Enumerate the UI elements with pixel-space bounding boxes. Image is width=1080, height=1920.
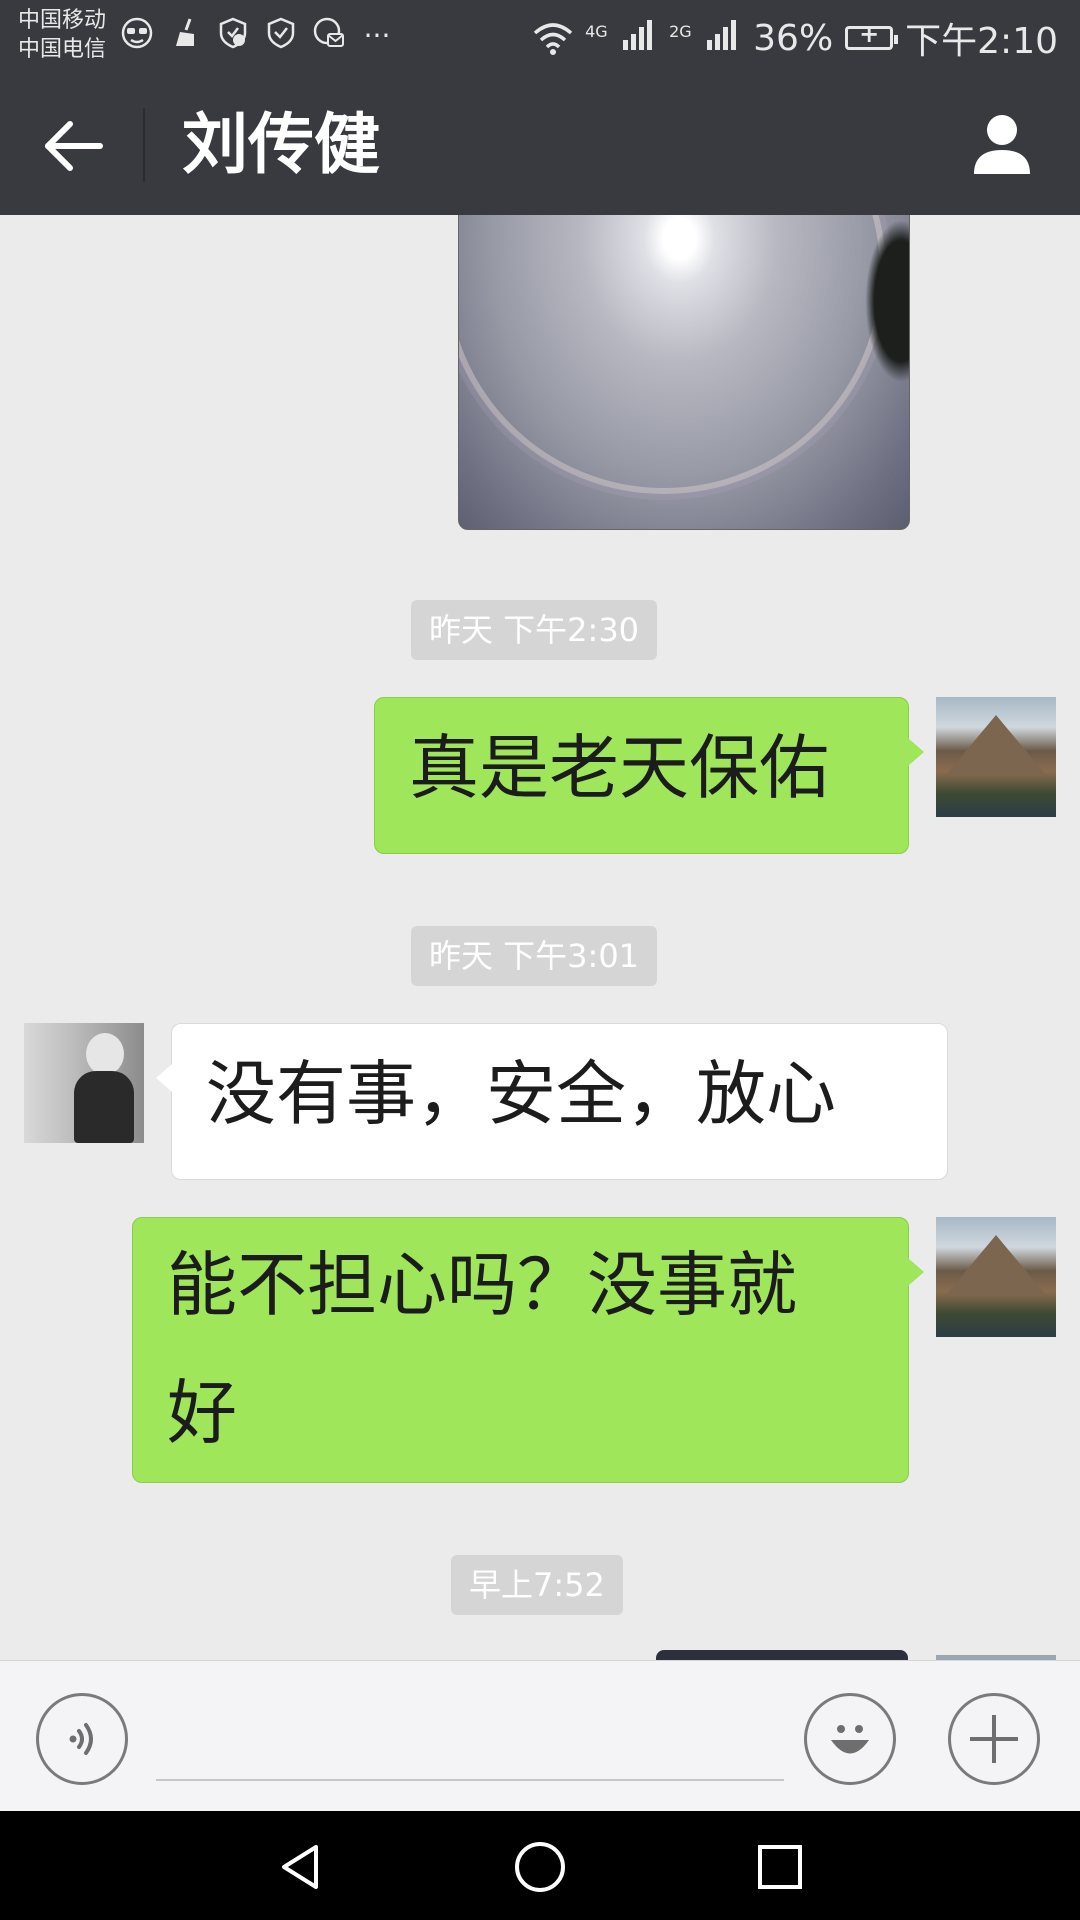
network-type-1: 4G xyxy=(585,21,608,41)
my-message-bubble[interactable]: 能不担心吗？没事就 好 xyxy=(132,1217,924,1483)
timestamp: 昨天 下午2:30 xyxy=(411,600,658,660)
emoji-icon xyxy=(831,1725,869,1754)
sun-halo xyxy=(459,215,880,488)
nav-recents-button[interactable] xyxy=(750,1837,810,1897)
contact-avatar[interactable] xyxy=(24,1023,144,1143)
chat-title: 刘传健 xyxy=(182,106,380,183)
my-avatar[interactable] xyxy=(936,697,1056,817)
image-message[interactable] xyxy=(458,215,910,530)
voice-icon xyxy=(69,1723,93,1755)
recents-square-icon xyxy=(758,1845,802,1889)
emoji-button[interactable] xyxy=(804,1693,896,1785)
signal-1: 4G xyxy=(585,18,657,59)
signal-bars-icon xyxy=(707,19,737,50)
message-text-line: 好 xyxy=(167,1372,237,1454)
timestamp: 早上7:52 xyxy=(451,1555,623,1615)
back-triangle-icon xyxy=(282,1845,318,1889)
carrier-2: 中国电信 xyxy=(18,37,107,62)
contact-info-button[interactable] xyxy=(966,108,1038,180)
home-circle-icon xyxy=(515,1842,565,1892)
carrier-labels: 中国移动 中国电信 xyxy=(18,6,106,64)
message-input[interactable] xyxy=(156,1701,784,1781)
status-bar: 中国移动 中国电信 ··· 4G 2G 36% + 下午2:10 xyxy=(0,0,1080,74)
more-notifications-indicator: ··· xyxy=(363,19,391,52)
wifi-icon xyxy=(533,23,573,55)
network-type-2: 2G xyxy=(669,21,692,41)
message-text-line: 能不担心吗？没事就 xyxy=(167,1244,797,1326)
status-right: 4G 2G 36% + 下午2:10 xyxy=(533,12,1058,64)
their-message-bubble[interactable]: 没有事，安全，放心 xyxy=(156,1023,948,1180)
carrier-1: 中国移动 xyxy=(18,8,107,33)
battery-percent: 36% xyxy=(753,17,834,59)
notification-icons: ··· xyxy=(120,16,394,52)
nav-back-button[interactable] xyxy=(270,1837,330,1897)
back-button[interactable] xyxy=(38,110,110,182)
person-icon xyxy=(974,115,1030,174)
title-divider xyxy=(143,108,145,182)
chat-area[interactable]: 昨天 下午2:30 真是老天保佑 昨天 下午3:01 没有事，安全，放心 能不担… xyxy=(0,215,1080,1660)
signal-2: 2G xyxy=(669,18,741,59)
partial-image-message[interactable] xyxy=(656,1650,908,1660)
back-arrow-icon xyxy=(45,121,103,171)
navigation-bar xyxy=(0,1811,1080,1920)
shield-icon xyxy=(264,16,298,50)
tree-silhouette xyxy=(859,215,909,396)
title-bar: 刘传健 xyxy=(0,74,1080,215)
voice-button[interactable] xyxy=(36,1693,128,1785)
glasses-icon xyxy=(120,16,154,50)
clock: 下午2:10 xyxy=(905,21,1058,62)
message-text: 真是老天保佑 xyxy=(409,727,829,809)
broom-icon xyxy=(168,16,202,50)
my-message-bubble[interactable]: 真是老天保佑 xyxy=(374,697,924,854)
battery-icon: + xyxy=(845,20,899,50)
shield-check-icon xyxy=(216,16,250,50)
more-button[interactable] xyxy=(948,1693,1040,1785)
input-bar xyxy=(0,1660,1080,1812)
timestamp: 昨天 下午3:01 xyxy=(411,926,658,986)
my-avatar[interactable] xyxy=(936,1217,1056,1337)
nav-home-button[interactable] xyxy=(510,1837,570,1897)
signal-bars-icon xyxy=(623,19,653,50)
message-text: 没有事，安全，放心 xyxy=(206,1053,836,1135)
plus-icon xyxy=(970,1715,1018,1763)
chat-settings-icon xyxy=(312,16,346,50)
